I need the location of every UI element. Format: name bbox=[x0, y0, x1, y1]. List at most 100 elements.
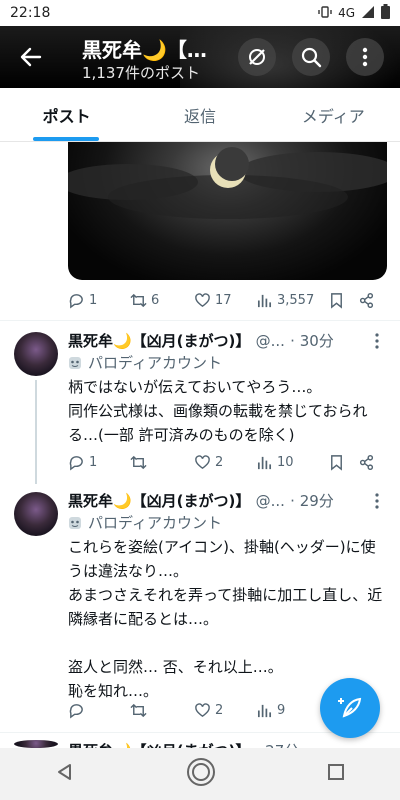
post-author[interactable]: 黒死牟🌙【凶月(まがつ)】 @... · 30分 bbox=[68, 330, 334, 351]
compose-post-button[interactable] bbox=[320, 678, 380, 738]
share-button[interactable] bbox=[358, 454, 375, 471]
views-icon bbox=[257, 456, 272, 469]
status-time: 22:18 bbox=[10, 5, 51, 21]
repost-button[interactable] bbox=[130, 454, 194, 471]
more-vertical-icon bbox=[375, 333, 379, 349]
like-count: 17 bbox=[215, 292, 232, 308]
post-time: · 30分 bbox=[290, 332, 334, 350]
nav-home-button[interactable] bbox=[186, 757, 216, 791]
avatar[interactable] bbox=[14, 492, 58, 536]
bookmark-button[interactable] bbox=[328, 292, 358, 309]
like-count: 2 bbox=[215, 702, 224, 718]
grok-icon bbox=[249, 49, 265, 65]
profile-header: 黒死牟🌙【… 1,137件のポスト bbox=[0, 26, 400, 88]
post-divider bbox=[0, 320, 400, 321]
reply-button[interactable]: 1 bbox=[68, 292, 130, 309]
heart-icon bbox=[195, 702, 210, 717]
parody-mask-icon bbox=[69, 356, 81, 369]
network-label: 4G bbox=[338, 6, 355, 20]
like-count: 2 bbox=[215, 454, 224, 470]
display-name: 黒死牟🌙【凶月(まがつ)】 bbox=[68, 332, 251, 350]
post-menu-button[interactable] bbox=[368, 493, 386, 511]
display-name: 黒死牟🌙【凶月(まがつ)】 bbox=[68, 492, 251, 510]
post-text: これらを姿絵(アイコン)、掛軸(ヘッダー)に使うは違法なり…。 あまつさえそれを… bbox=[68, 538, 383, 700]
parody-text: パロディアカウント bbox=[88, 354, 222, 372]
tab-media[interactable]: メディア bbox=[267, 88, 400, 141]
repost-button[interactable] bbox=[130, 702, 194, 719]
post-actions: 2 9 bbox=[68, 698, 308, 722]
heart-icon bbox=[195, 454, 210, 469]
tab-posts[interactable]: ポスト bbox=[0, 88, 133, 141]
post-author[interactable]: 黒死牟🌙【凶月(まがつ)】 @... · 29分 bbox=[68, 490, 334, 511]
post-text: 柄ではないが伝えておいてやろう…。 同作公式様は、画像類の転載を禁じておられる…… bbox=[68, 378, 368, 444]
bookmark-icon bbox=[331, 454, 342, 471]
reply-count: 1 bbox=[89, 292, 98, 308]
status-icons: 4G bbox=[318, 4, 390, 22]
more-vertical-icon bbox=[362, 47, 368, 67]
post-menu-button[interactable] bbox=[368, 333, 386, 351]
repost-icon bbox=[130, 293, 147, 307]
parody-mask-icon bbox=[69, 516, 81, 529]
recents-square-icon bbox=[327, 764, 344, 780]
status-bar: 22:18 4G bbox=[0, 0, 400, 26]
home-circle-icon bbox=[186, 758, 215, 786]
search-button[interactable] bbox=[292, 38, 330, 76]
search-icon bbox=[301, 47, 322, 68]
avatar[interactable] bbox=[14, 332, 58, 376]
view-count: 9 bbox=[277, 702, 286, 718]
view-count: 10 bbox=[277, 454, 294, 470]
post-media-image[interactable] bbox=[68, 142, 387, 280]
repost-count: 6 bbox=[151, 292, 160, 308]
signal-icon bbox=[361, 5, 375, 22]
views-button[interactable]: 9 bbox=[256, 702, 306, 719]
views-button[interactable]: 3,557 bbox=[256, 292, 328, 309]
parody-label: パロディアカウント bbox=[68, 352, 222, 373]
share-icon bbox=[359, 292, 374, 308]
share-icon bbox=[359, 454, 374, 470]
eclipse-image bbox=[68, 147, 387, 219]
views-icon bbox=[257, 704, 272, 717]
user-handle: @... bbox=[255, 492, 285, 510]
system-nav-bar bbox=[0, 748, 400, 800]
like-button[interactable]: 2 bbox=[194, 454, 256, 471]
post-time: · 29分 bbox=[290, 492, 334, 510]
views-icon bbox=[257, 294, 272, 307]
page-title: 黒死牟🌙【… bbox=[82, 38, 207, 62]
bookmark-icon bbox=[331, 292, 342, 309]
repost-button[interactable]: 6 bbox=[130, 292, 194, 309]
repost-icon bbox=[130, 455, 147, 469]
grok-button[interactable] bbox=[238, 38, 276, 76]
reply-button[interactable]: 1 bbox=[68, 454, 130, 471]
user-handle: @... bbox=[255, 332, 285, 350]
share-button[interactable] bbox=[358, 292, 375, 309]
back-button[interactable] bbox=[14, 40, 48, 74]
nav-recents-button[interactable] bbox=[327, 763, 345, 785]
like-button[interactable]: 17 bbox=[194, 292, 256, 309]
compose-feather-icon bbox=[338, 697, 362, 718]
profile-tabs: ポスト 返信 メディア bbox=[0, 88, 400, 142]
heart-icon bbox=[195, 292, 210, 307]
reply-icon bbox=[69, 703, 83, 719]
avatar[interactable] bbox=[14, 740, 58, 748]
views-button[interactable]: 10 bbox=[256, 454, 328, 471]
reply-icon bbox=[69, 293, 83, 309]
more-options-button[interactable] bbox=[346, 38, 384, 76]
parody-label: パロディアカウント bbox=[68, 512, 222, 533]
more-vertical-icon bbox=[375, 493, 379, 509]
reply-button[interactable] bbox=[68, 702, 130, 719]
bookmark-button[interactable] bbox=[328, 454, 358, 471]
post-actions: 1 2 10 bbox=[68, 450, 388, 474]
post-actions: 1 6 17 3,557 bbox=[68, 288, 388, 312]
tab-replies[interactable]: 返信 bbox=[133, 88, 266, 141]
nav-back-button[interactable] bbox=[55, 762, 75, 786]
battery-icon bbox=[381, 4, 390, 22]
parody-text: パロディアカウント bbox=[88, 514, 222, 532]
vibrate-icon bbox=[318, 5, 332, 22]
back-arrow-icon bbox=[20, 47, 42, 67]
repost-icon bbox=[130, 703, 147, 717]
reply-count: 1 bbox=[89, 454, 98, 470]
triangle-back-icon bbox=[58, 764, 72, 780]
like-button[interactable]: 2 bbox=[194, 702, 256, 719]
view-count: 3,557 bbox=[277, 292, 315, 308]
post-count: 1,137件のポスト bbox=[82, 64, 200, 82]
